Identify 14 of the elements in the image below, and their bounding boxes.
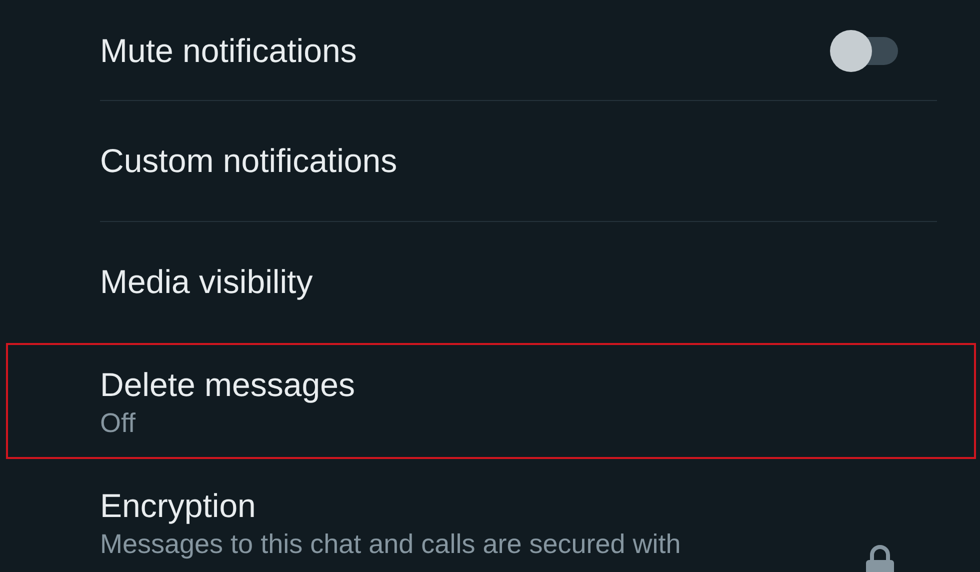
settings-item[interactable]: Encryption Messages to this chat and calls are secured with [0,464,980,572]
settings-item[interactable]: Delete messages Off [0,343,980,463]
item-title: Encryption [100,486,256,526]
settings-item[interactable]: Custom notifications [0,101,980,221]
item-title: Custom notifications [100,141,398,181]
lock-icon [864,544,896,572]
item-title: Delete messages [100,365,355,405]
item-subtitle: Off [100,407,136,440]
toggle-switch[interactable] [830,30,898,72]
item-title: Media visibility [100,262,313,302]
settings-item[interactable]: Mute notifications [0,1,980,100]
item-title: Mute notifications [100,30,357,70]
settings-item[interactable]: Media visibility [0,222,980,342]
item-subtitle: Messages to this chat and calls are secured with [100,528,681,561]
